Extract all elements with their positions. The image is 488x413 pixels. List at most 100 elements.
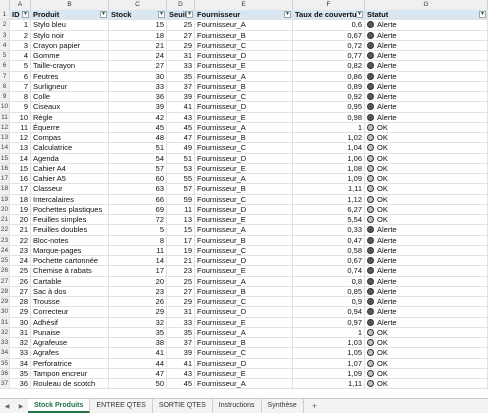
cell-produit[interactable]: Correcteur: [31, 307, 109, 317]
cell-statut[interactable]: OK: [365, 133, 488, 143]
cell-statut[interactable]: Alerte: [365, 81, 488, 91]
cell-produit[interactable]: Chemise à rabats: [31, 266, 109, 276]
cell-id[interactable]: 8: [10, 92, 31, 102]
cell-taux[interactable]: 0,9: [293, 297, 365, 307]
cell-taux[interactable]: 1: [293, 122, 365, 132]
row-number[interactable]: 34: [0, 348, 10, 358]
header-taux[interactable]: Taux de couvertur ▼: [293, 10, 365, 20]
cell-stock[interactable]: 42: [109, 112, 167, 122]
row-number[interactable]: 20: [0, 204, 10, 214]
cell-seuil[interactable]: 33: [167, 317, 195, 327]
cell-seuil[interactable]: 23: [167, 266, 195, 276]
cell-seuil[interactable]: 17: [167, 235, 195, 245]
cell-taux[interactable]: 0,58: [293, 245, 365, 255]
cell-fournisseur[interactable]: Fournisseur_A: [195, 379, 293, 389]
row-number[interactable]: 6: [0, 61, 10, 71]
cell-id[interactable]: 11: [10, 122, 31, 132]
cell-produit[interactable]: Calculatrice: [31, 143, 109, 153]
cell-fournisseur[interactable]: Fournisseur_E: [195, 317, 293, 327]
filter-dropdown-icon[interactable]: ▼: [356, 11, 363, 18]
row-number[interactable]: 15: [0, 153, 10, 163]
cell-stock[interactable]: 17: [109, 266, 167, 276]
filter-dropdown-icon[interactable]: ▼: [479, 11, 486, 18]
column-header-c[interactable]: C: [109, 0, 167, 10]
header-stock[interactable]: Stock ▼: [109, 10, 167, 20]
row-number[interactable]: 4: [0, 40, 10, 50]
row-number[interactable]: 7: [0, 71, 10, 81]
cell-stock[interactable]: 47: [109, 368, 167, 378]
cell-id[interactable]: 34: [10, 358, 31, 368]
cell-seuil[interactable]: 29: [167, 40, 195, 50]
row-number[interactable]: 1: [0, 10, 10, 20]
cell-produit[interactable]: Règle: [31, 112, 109, 122]
cell-statut[interactable]: OK: [365, 143, 488, 153]
row-number[interactable]: 13: [0, 133, 10, 143]
cell-statut[interactable]: Alerte: [365, 225, 488, 235]
cell-id[interactable]: 1: [10, 20, 31, 30]
cell-fournisseur[interactable]: Fournisseur_B: [195, 286, 293, 296]
cell-fournisseur[interactable]: Fournisseur_E: [195, 112, 293, 122]
row-number[interactable]: 3: [0, 30, 10, 40]
cell-produit[interactable]: Rouleau de scotch: [31, 379, 109, 389]
cell-stock[interactable]: 63: [109, 184, 167, 194]
cell-id[interactable]: 15: [10, 163, 31, 173]
row-number[interactable]: 33: [0, 338, 10, 348]
cell-stock[interactable]: 24: [109, 51, 167, 61]
cell-taux[interactable]: 0,67: [293, 256, 365, 266]
cell-taux[interactable]: 0,95: [293, 102, 365, 112]
cell-taux[interactable]: 5,54: [293, 215, 365, 225]
cell-fournisseur[interactable]: Fournisseur_D: [195, 256, 293, 266]
cell-fournisseur[interactable]: Fournisseur_A: [195, 225, 293, 235]
cell-statut[interactable]: OK: [365, 174, 488, 184]
cell-produit[interactable]: Agrafes: [31, 348, 109, 358]
cell-statut[interactable]: OK: [365, 163, 488, 173]
row-number[interactable]: 24: [0, 245, 10, 255]
cell-id[interactable]: 27: [10, 286, 31, 296]
cell-id[interactable]: 32: [10, 338, 31, 348]
cell-seuil[interactable]: 21: [167, 256, 195, 266]
cell-id[interactable]: 10: [10, 112, 31, 122]
cell-produit[interactable]: Feutres: [31, 71, 109, 81]
cell-stock[interactable]: 54: [109, 153, 167, 163]
cell-seuil[interactable]: 25: [167, 20, 195, 30]
cell-stock[interactable]: 32: [109, 317, 167, 327]
cell-fournisseur[interactable]: Fournisseur_C: [195, 143, 293, 153]
cell-stock[interactable]: 35: [109, 327, 167, 337]
cell-statut[interactable]: Alerte: [365, 307, 488, 317]
cell-fournisseur[interactable]: Fournisseur_D: [195, 153, 293, 163]
cell-fournisseur[interactable]: Fournisseur_D: [195, 51, 293, 61]
cell-id[interactable]: 23: [10, 245, 31, 255]
cell-produit[interactable]: Feuilles simples: [31, 215, 109, 225]
cell-produit[interactable]: Taille-crayon: [31, 61, 109, 71]
cell-stock[interactable]: 50: [109, 379, 167, 389]
row-number[interactable]: 29: [0, 297, 10, 307]
cell-seuil[interactable]: 55: [167, 174, 195, 184]
cell-taux[interactable]: 1,06: [293, 153, 365, 163]
cell-statut[interactable]: Alerte: [365, 286, 488, 296]
cell-taux[interactable]: 0,92: [293, 92, 365, 102]
row-number[interactable]: 5: [0, 51, 10, 61]
cell-taux[interactable]: 0,97: [293, 317, 365, 327]
cell-fournisseur[interactable]: Fournisseur_A: [195, 71, 293, 81]
cell-statut[interactable]: OK: [365, 184, 488, 194]
row-number[interactable]: 22: [0, 225, 10, 235]
cell-produit[interactable]: Intercalaires: [31, 194, 109, 204]
cell-fournisseur[interactable]: Fournisseur_C: [195, 40, 293, 50]
cell-taux[interactable]: 1,11: [293, 379, 365, 389]
cell-id[interactable]: 18: [10, 194, 31, 204]
cell-taux[interactable]: 1,12: [293, 194, 365, 204]
row-number[interactable]: 9: [0, 92, 10, 102]
cell-id[interactable]: 19: [10, 204, 31, 214]
cell-produit[interactable]: Feuilles doubles: [31, 225, 109, 235]
cell-fournisseur[interactable]: Fournisseur_D: [195, 204, 293, 214]
cell-produit[interactable]: Cartable: [31, 276, 109, 286]
cell-taux[interactable]: 0,86: [293, 71, 365, 81]
cell-taux[interactable]: 0,85: [293, 286, 365, 296]
cell-fournisseur[interactable]: Fournisseur_B: [195, 81, 293, 91]
cell-id[interactable]: 7: [10, 81, 31, 91]
cell-seuil[interactable]: 39: [167, 348, 195, 358]
cell-statut[interactable]: Alerte: [365, 61, 488, 71]
cell-taux[interactable]: 0,33: [293, 225, 365, 235]
cell-stock[interactable]: 29: [109, 307, 167, 317]
cell-fournisseur[interactable]: Fournisseur_D: [195, 102, 293, 112]
